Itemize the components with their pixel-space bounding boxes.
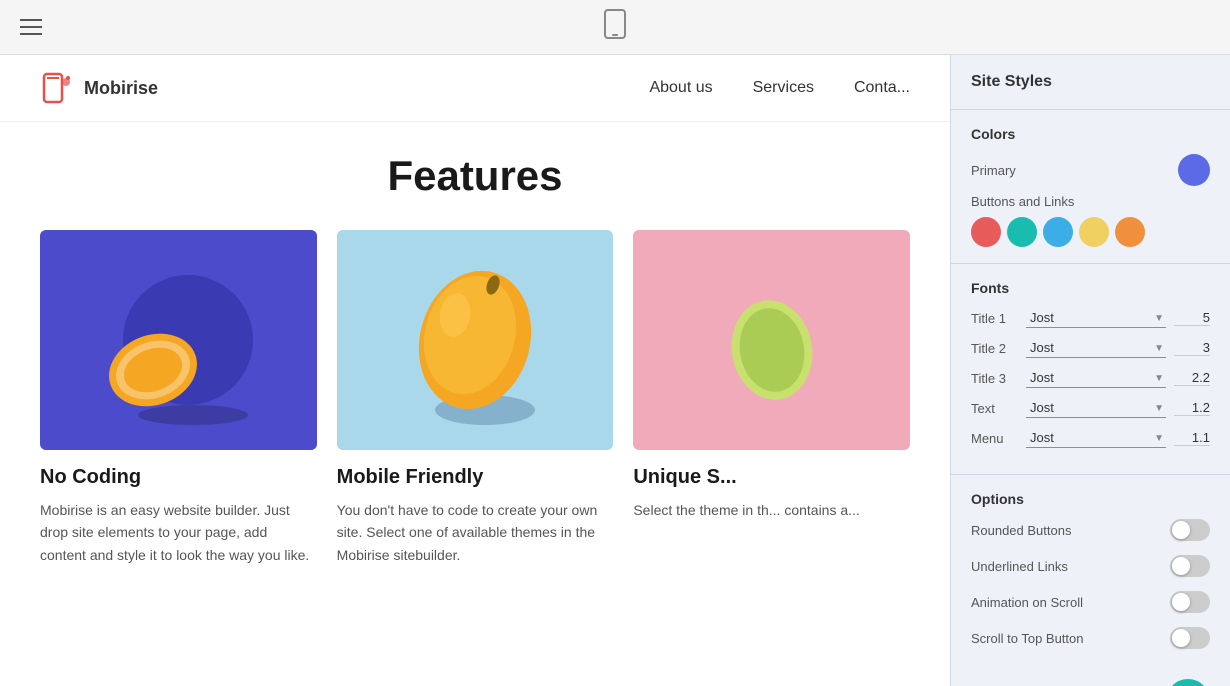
rounded-buttons-toggle[interactable] xyxy=(1170,519,1210,541)
option-row-scroll-top: Scroll to Top Button xyxy=(971,627,1210,649)
feature-card-3: Unique S... Select the theme in th... co… xyxy=(633,230,910,566)
font-label-title3: Title 3 xyxy=(971,371,1026,386)
feature-card-1: No Coding Mobirise is an easy website bu… xyxy=(40,230,317,566)
font-select-wrapper-title3: Jost ▼ xyxy=(1026,368,1166,388)
swatch-blue[interactable] xyxy=(1043,217,1073,247)
site-logo: Mobirise xyxy=(40,70,158,106)
toolbar xyxy=(0,0,1230,55)
font-label-menu: Menu xyxy=(971,431,1026,446)
fruit-illustration-3 xyxy=(633,230,910,450)
panel-title: Site Styles xyxy=(971,73,1052,90)
font-row-text: Text Jost ▼ xyxy=(971,398,1210,418)
mango-illustration xyxy=(337,230,614,450)
option-label-rounded: Rounded Buttons xyxy=(971,523,1071,538)
options-section-title: Options xyxy=(971,491,1210,507)
features-title: Features xyxy=(40,152,910,200)
font-select-wrapper-menu: Jost ▼ xyxy=(1026,428,1166,448)
close-button[interactable]: ✕ xyxy=(1166,679,1210,686)
feature-card-image-3 xyxy=(633,230,910,450)
font-size-title2[interactable] xyxy=(1174,340,1210,356)
font-select-title3[interactable]: Jost xyxy=(1026,368,1166,388)
feature-card-title-2: Mobile Friendly xyxy=(337,466,614,489)
nav-services[interactable]: Services xyxy=(753,79,814,97)
menu-icon[interactable] xyxy=(20,19,42,35)
feature-card-text-2: You don't have to code to create your ow… xyxy=(337,499,614,566)
option-label-scroll-top: Scroll to Top Button xyxy=(971,631,1084,646)
option-row-underlined: Underlined Links xyxy=(971,555,1210,577)
feature-card-text-3: Select the theme in th... contains a... xyxy=(633,499,910,521)
font-select-wrapper-title1: Jost ▼ xyxy=(1026,308,1166,328)
feature-card-title-1: No Coding xyxy=(40,466,317,489)
font-row-title1: Title 1 Jost ▼ xyxy=(971,308,1210,328)
font-size-text[interactable] xyxy=(1174,400,1210,416)
main-area: Mobirise About us Services Conta... Feat… xyxy=(0,55,1230,686)
option-label-animation: Animation on Scroll xyxy=(971,595,1083,610)
font-size-menu[interactable] xyxy=(1174,430,1210,446)
feature-card-2: Mobile Friendly You don't have to code t… xyxy=(337,230,614,566)
font-label-text: Text xyxy=(971,401,1026,416)
site-nav: Mobirise About us Services Conta... xyxy=(0,55,950,122)
right-panel: Site Styles Colors Primary Buttons and L… xyxy=(950,55,1230,686)
colors-section: Colors Primary Buttons and Links xyxy=(951,110,1230,264)
feature-card-title-3: Unique S... xyxy=(633,466,910,489)
font-select-wrapper-text: Jost ▼ xyxy=(1026,398,1166,418)
font-select-title2[interactable]: Jost xyxy=(1026,338,1166,358)
colors-section-title: Colors xyxy=(971,126,1210,142)
logo-text: Mobirise xyxy=(84,78,158,99)
site-nav-links: About us Services Conta... xyxy=(649,79,910,97)
color-swatches xyxy=(971,217,1210,247)
buttons-links-label: Buttons and Links xyxy=(971,194,1210,209)
melon-illustration xyxy=(40,230,317,450)
canvas: Mobirise About us Services Conta... Feat… xyxy=(0,55,950,686)
features-grid: No Coding Mobirise is an easy website bu… xyxy=(40,230,910,566)
font-select-title1[interactable]: Jost xyxy=(1026,308,1166,328)
swatch-yellow[interactable] xyxy=(1079,217,1109,247)
features-section: Features xyxy=(0,122,950,586)
fonts-section-title: Fonts xyxy=(971,280,1210,296)
font-size-title1[interactable] xyxy=(1174,310,1210,326)
swatch-teal[interactable] xyxy=(1007,217,1037,247)
font-size-title3[interactable] xyxy=(1174,370,1210,386)
feature-card-image-2 xyxy=(337,230,614,450)
swatch-red[interactable] xyxy=(971,217,1001,247)
primary-color-row: Primary xyxy=(971,154,1210,186)
font-row-title3: Title 3 Jost ▼ xyxy=(971,368,1210,388)
swatch-orange[interactable] xyxy=(1115,217,1145,247)
fonts-section: Fonts Title 1 Jost ▼ Title 2 Jost ▼ xyxy=(951,264,1230,475)
nav-contact: Conta... xyxy=(854,79,910,97)
animation-scroll-toggle[interactable] xyxy=(1170,591,1210,613)
feature-card-image-1 xyxy=(40,230,317,450)
option-row-animation: Animation on Scroll xyxy=(971,591,1210,613)
underlined-links-toggle[interactable] xyxy=(1170,555,1210,577)
feature-card-text-1: Mobirise is an easy website builder. Jus… xyxy=(40,499,317,566)
font-label-title2: Title 2 xyxy=(971,341,1026,356)
option-row-rounded: Rounded Buttons xyxy=(971,519,1210,541)
options-section: Options Rounded Buttons Underlined Links… xyxy=(951,475,1230,679)
primary-label: Primary xyxy=(971,163,1016,178)
font-row-menu: Menu Jost ▼ xyxy=(971,428,1210,448)
nav-about[interactable]: About us xyxy=(649,79,712,97)
primary-color-swatch[interactable] xyxy=(1178,154,1210,186)
option-label-underlined: Underlined Links xyxy=(971,559,1068,574)
device-icon[interactable] xyxy=(603,9,627,45)
font-label-title1: Title 1 xyxy=(971,311,1026,326)
panel-header: Site Styles xyxy=(951,55,1230,110)
font-select-wrapper-title2: Jost ▼ xyxy=(1026,338,1166,358)
font-row-title2: Title 2 Jost ▼ xyxy=(971,338,1210,358)
scroll-top-toggle[interactable] xyxy=(1170,627,1210,649)
font-select-text[interactable]: Jost xyxy=(1026,398,1166,418)
font-select-menu[interactable]: Jost xyxy=(1026,428,1166,448)
